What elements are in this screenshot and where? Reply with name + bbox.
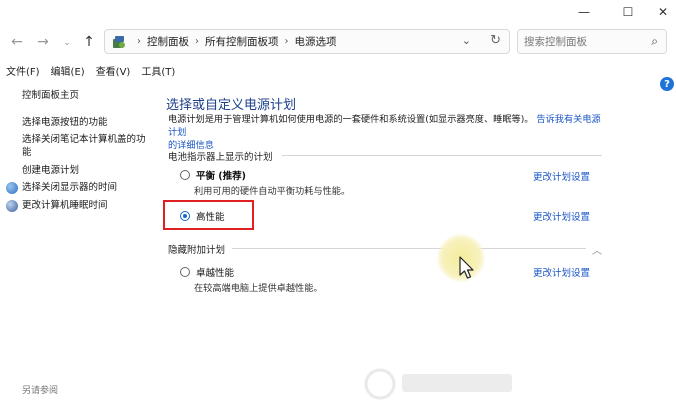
change-plan-settings-balanced[interactable]: 更改计划设置 xyxy=(533,169,590,183)
sidebar-item-display-off[interactable]: 选择关闭显示器的时间 xyxy=(22,181,117,194)
sidebar-item-sleep-time[interactable]: 更改计算机睡眠时间 xyxy=(22,199,108,212)
plan-high-performance[interactable]: 高性能 xyxy=(180,209,225,223)
forward-arrow-icon: → xyxy=(37,34,49,50)
mouse-pointer-icon xyxy=(459,256,474,279)
plan-balanced[interactable]: 平衡 (推荐) xyxy=(180,168,246,182)
hidden-section-divider xyxy=(232,248,586,249)
plan-high-performance-radio[interactable] xyxy=(180,211,190,221)
watermark-logo-icon xyxy=(364,368,512,400)
minimize-icon: — xyxy=(578,5,590,19)
chevron-down-icon: ⌄ xyxy=(63,38,71,48)
section-divider xyxy=(282,155,602,156)
chevron-up-icon[interactable]: ︿ xyxy=(592,242,602,257)
plan-balanced-radio[interactable] xyxy=(180,170,190,180)
maximize-icon: ☐ xyxy=(622,5,634,19)
title-bar: — ☐ ✕ xyxy=(0,0,676,24)
change-plan-settings-ultimate[interactable]: 更改计划设置 xyxy=(533,265,590,279)
menu-tools[interactable]: 工具(T) xyxy=(141,63,175,79)
recent-locations-button[interactable]: ⌄ xyxy=(58,34,76,52)
breadcrumb-control-panel[interactable]: 控制面板 xyxy=(147,34,189,49)
battery-section-header: 电池指示器上显示的计划 xyxy=(168,152,273,163)
breadcrumb-separator-icon: › xyxy=(284,36,289,47)
forward-button[interactable]: → xyxy=(34,33,52,51)
refresh-icon[interactable]: ↻ xyxy=(490,33,501,48)
sidebar-item-lid-close[interactable]: 选择关闭笔记本计算机盖的功 xyxy=(22,133,146,146)
menu-edit[interactable]: 编辑(E) xyxy=(51,63,85,79)
control-panel-icon xyxy=(113,35,125,48)
close-icon: ✕ xyxy=(657,5,669,19)
help-icon[interactable]: ? xyxy=(660,77,674,91)
plan-ultimate-desc: 在较高端电脑上提供卓越性能。 xyxy=(194,283,323,294)
menu-file[interactable]: 文件(F) xyxy=(6,63,40,79)
plan-ultimate[interactable]: 卓越性能 xyxy=(180,265,234,279)
up-arrow-icon: ↑ xyxy=(83,34,95,50)
page-description: 电源计划是用于管理计算机如何使用电源的一套硬件和系统设置(如显示器亮度、睡眠等)… xyxy=(168,113,606,152)
breadcrumb-power-options[interactable]: 电源选项 xyxy=(295,34,337,49)
sidebar-home-link[interactable]: 控制面板主页 xyxy=(22,89,79,102)
menu-view[interactable]: 查看(V) xyxy=(96,63,131,79)
hidden-plans-header[interactable]: 隐藏附加计划 xyxy=(168,242,225,256)
menu-bar: 文件(F) 编辑(E) 查看(V) 工具(T) xyxy=(0,63,676,79)
page-title: 选择或自定义电源计划 xyxy=(166,98,297,113)
close-button[interactable]: ✕ xyxy=(640,0,676,24)
sidebar-item-lid-close-cont[interactable]: 能 xyxy=(22,146,32,159)
change-plan-settings-high[interactable]: 更改计划设置 xyxy=(533,209,590,223)
breadcrumb-separator-icon: › xyxy=(137,36,141,47)
up-button[interactable]: ↑ xyxy=(80,33,98,51)
control-panel-window: — ☐ ✕ ← → ⌄ ↑ › 控制面板 › 所有控制面板项 › 电源选项 ⌄ … xyxy=(0,0,676,404)
address-dropdown-icon[interactable]: ⌄ xyxy=(462,34,471,47)
plan-ultimate-label: 卓越性能 xyxy=(196,268,235,279)
plan-ultimate-radio[interactable] xyxy=(180,267,190,277)
sidebar-item-create-plan[interactable]: 创建电源计划 xyxy=(22,164,79,177)
plan-balanced-label: 平衡 (推荐) xyxy=(196,171,246,182)
back-arrow-icon: ← xyxy=(11,34,23,50)
breadcrumb-separator-icon: › xyxy=(195,36,199,47)
display-icon xyxy=(6,182,18,194)
address-bar[interactable]: › 控制面板 › 所有控制面板项 › 电源选项 ⌄ ↻ xyxy=(104,29,510,54)
plan-balanced-desc: 利用可用的硬件自动平衡功耗与性能。 xyxy=(194,186,351,197)
sidebar-item-power-button[interactable]: 选择电源按钮的功能 xyxy=(22,116,108,129)
sleep-icon xyxy=(6,200,18,212)
back-button[interactable]: ← xyxy=(8,33,26,51)
plan-high-performance-label: 高性能 xyxy=(196,212,225,223)
see-also-label: 另请参阅 xyxy=(22,386,59,396)
search-icon[interactable]: ⌕ xyxy=(651,34,658,49)
search-placeholder: 搜索控制面板 xyxy=(524,36,587,48)
breadcrumb-all-items[interactable]: 所有控制面板项 xyxy=(205,34,279,49)
description-text: 电源计划是用于管理计算机如何使用电源的一套硬件和系统设置(如显示器亮度、睡眠等)… xyxy=(168,114,534,125)
minimize-button[interactable]: — xyxy=(561,0,607,24)
search-input[interactable]: 搜索控制面板 ⌕ xyxy=(517,29,667,54)
